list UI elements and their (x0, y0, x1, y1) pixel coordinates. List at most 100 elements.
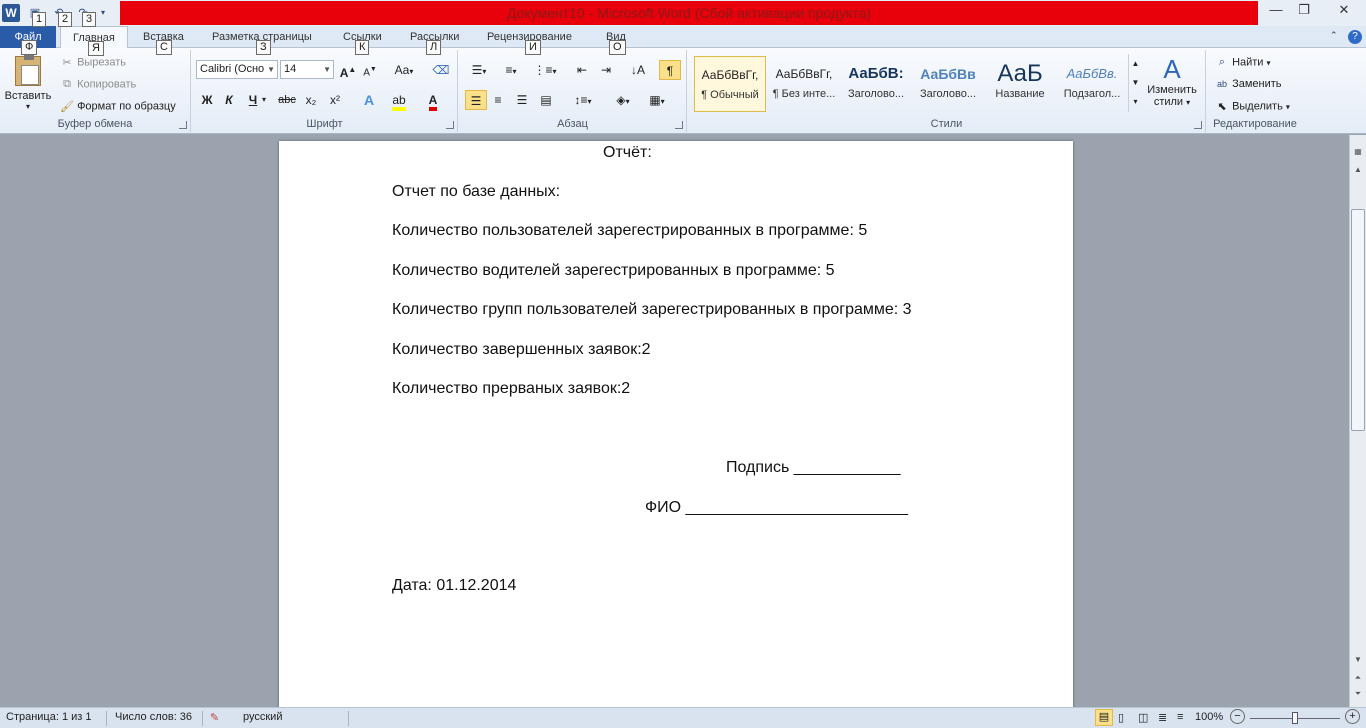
bold-button[interactable]: Ж (196, 90, 218, 110)
scroll-down-icon[interactable]: ▼ (1351, 653, 1365, 667)
doc-line-5: Количество завершенных заявок:2 (392, 341, 651, 358)
prev-page-icon[interactable]: ⏶ (1351, 671, 1365, 685)
redo-icon[interactable]: ↷ 3 (74, 4, 97, 27)
tab-review[interactable]: Рецензирование И (487, 26, 572, 55)
draft-icon[interactable]: ≡ (1177, 711, 1183, 723)
find-button[interactable]: ⌕ Найти ▾ (1215, 56, 1271, 69)
sort-icon[interactable]: ↓A (627, 60, 649, 80)
paragraph-launcher-icon[interactable] (675, 121, 683, 129)
italic-button[interactable]: К (218, 90, 240, 110)
brush-icon: 🖌 (60, 101, 74, 113)
shrink-font-button[interactable]: A▼ (359, 60, 381, 80)
tab-home[interactable]: Главная Я (60, 26, 128, 56)
document-page[interactable]: Отчёт: Отчет по базе данных: Количество … (279, 141, 1073, 721)
tab-view[interactable]: Вид О (606, 26, 626, 55)
maximize-button[interactable]: ❐ (1286, 0, 1322, 20)
clipboard-launcher-icon[interactable] (179, 121, 187, 129)
undo-icon[interactable]: ↶ 2 (50, 4, 73, 27)
style-normal[interactable]: АаБбВвГг, ¶ Обычный (694, 56, 766, 112)
tab-references[interactable]: Ссылки К (343, 26, 382, 55)
replace-icon: ab (1216, 79, 1227, 90)
style-subtitle[interactable]: АаБбВв. Подзагол... (1056, 56, 1128, 112)
status-language[interactable]: русский (243, 711, 282, 723)
shading-icon[interactable]: ◈▾ (609, 90, 637, 110)
proofing-icon[interactable]: ✎ (210, 711, 219, 724)
copy-button[interactable]: ⧉ Копировать (60, 78, 136, 91)
tab-page-layout[interactable]: Разметка страницы З (212, 26, 312, 55)
outline-icon[interactable]: ≣ (1158, 711, 1167, 724)
keytip-undo: 2 (58, 12, 73, 27)
zoom-out-button[interactable]: − (1230, 709, 1245, 724)
font-name-combo[interactable]: Calibri (Осно ▼ (196, 60, 278, 79)
clear-formatting-icon[interactable]: ⌫ (430, 60, 452, 80)
customize-qat-icon[interactable]: ▾ (98, 4, 108, 22)
highlight-color-icon[interactable]: ab (388, 90, 410, 111)
styles-launcher-icon[interactable] (1194, 121, 1202, 129)
vertical-scrollbar[interactable]: ▦ ▲ ▼ ⏶ ⏷ (1349, 135, 1366, 707)
cut-button[interactable]: ✂ Вырезать (60, 56, 126, 69)
borders-icon[interactable]: ▦▾ (643, 90, 671, 110)
tab-mailings[interactable]: Рассылки Л (410, 26, 459, 55)
style-no-spacing[interactable]: АаБбВвГг, ¶ Без инте... (768, 56, 840, 112)
next-page-icon[interactable]: ⏷ (1351, 687, 1365, 701)
numbering-icon[interactable]: ≡▾ (497, 60, 525, 80)
style-heading-1[interactable]: АаБбВ: Заголово... (840, 56, 912, 112)
doc-line-2: Количество пользователей зарегестрирован… (392, 222, 868, 239)
ribbon-minimize-icon[interactable]: ⌃ (1330, 30, 1338, 41)
decrease-indent-icon[interactable]: ⇤ (571, 60, 593, 80)
line-spacing-icon[interactable]: ↕≡▾ (569, 90, 597, 110)
font-launcher-icon[interactable] (446, 121, 454, 129)
paste-button[interactable]: Вставить ▾ (4, 52, 52, 120)
increase-indent-icon[interactable]: ⇥ (595, 60, 617, 80)
strikethrough-button[interactable]: abc (276, 90, 298, 110)
font-size-combo[interactable]: 14 ▼ (280, 60, 334, 79)
group-label-font: Шрифт (306, 118, 343, 130)
close-button[interactable]: ✕ (1322, 0, 1366, 20)
change-styles-button[interactable]: A Изменить стили ▾ (1146, 54, 1198, 108)
change-case-button[interactable]: Aa▾ (390, 60, 418, 80)
save-icon[interactable]: ▣ 1 (26, 4, 47, 27)
align-right-icon[interactable]: ☰ (511, 90, 533, 110)
zoom-slider-thumb[interactable] (1292, 712, 1298, 724)
justify-icon[interactable]: ▤ (535, 90, 557, 110)
align-left-icon[interactable]: ☰ (465, 90, 487, 110)
help-icon[interactable]: ? (1348, 30, 1362, 44)
style-title[interactable]: АаБ Название (984, 56, 1056, 112)
style-sample: АаБбВвГг, (701, 68, 759, 82)
status-page[interactable]: Страница: 1 из 1 (6, 711, 92, 723)
style-heading-2[interactable]: АаБбВв Заголово... (912, 56, 984, 112)
full-screen-reading-icon[interactable]: ▯ (1118, 711, 1124, 724)
scroll-up-icon[interactable]: ▲ (1351, 163, 1365, 177)
ruler-toggle-icon[interactable]: ▦ (1351, 145, 1365, 159)
show-formatting-button[interactable]: ¶ (659, 60, 681, 80)
print-layout-icon[interactable]: ▤ (1095, 709, 1113, 726)
superscript-button[interactable]: x² (324, 90, 346, 110)
word-app-icon[interactable]: W (2, 4, 20, 22)
doc-fio: ФИО _________________________ (645, 499, 909, 516)
text-effects-icon[interactable]: A (358, 90, 380, 110)
zoom-in-button[interactable]: + (1345, 709, 1360, 724)
multilevel-list-icon[interactable]: ⋮≡▾ (531, 60, 559, 80)
format-painter-button[interactable]: 🖌 Формат по образцу (60, 100, 176, 113)
bullets-icon[interactable]: ☰▾ (465, 60, 493, 80)
web-layout-icon[interactable]: ◫ (1138, 711, 1148, 724)
zoom-level[interactable]: 100% (1195, 711, 1223, 723)
clipboard-icon (15, 54, 41, 86)
status-bar: Страница: 1 из 1 Число слов: 36 ✎ русски… (0, 707, 1366, 728)
tab-insert[interactable]: Вставка С (143, 26, 184, 55)
styles-scroll[interactable]: ▲ ▼ ▾ (1128, 54, 1142, 112)
select-button[interactable]: ⬉ Выделить ▾ (1215, 100, 1290, 113)
align-center-icon[interactable]: ≡ (487, 90, 509, 110)
change-case-label: Aa (394, 63, 410, 77)
subscript-button[interactable]: x₂ (300, 90, 322, 110)
font-name-value: Calibri (Осно (200, 63, 265, 75)
scroll-thumb[interactable] (1351, 209, 1365, 431)
underline-dropdown-icon[interactable]: ▾ (258, 90, 270, 110)
grow-font-button[interactable]: A▲ (337, 60, 359, 80)
tab-file[interactable]: Файл Ф (0, 26, 56, 55)
font-color-icon[interactable]: A (422, 90, 444, 111)
format-painter-label: Формат по образцу (77, 100, 176, 113)
paste-dropdown-icon: ▾ (25, 102, 30, 111)
status-words[interactable]: Число слов: 36 (115, 711, 192, 723)
replace-button[interactable]: ab Заменить (1215, 78, 1282, 90)
